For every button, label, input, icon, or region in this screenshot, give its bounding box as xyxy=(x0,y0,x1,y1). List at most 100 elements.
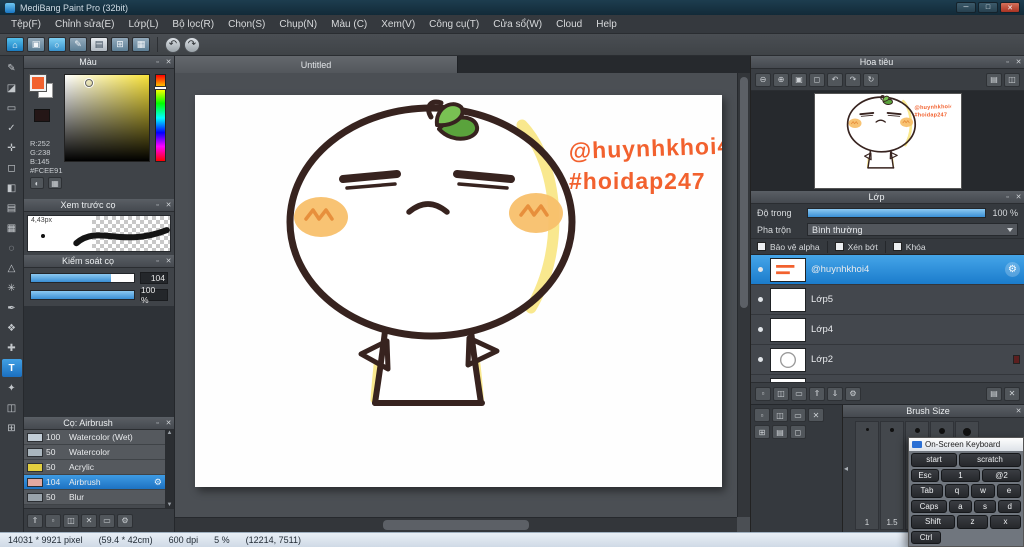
layout-grid-icon[interactable]: ⊞ xyxy=(111,37,129,52)
key-e[interactable]: e xyxy=(997,484,1021,498)
key-2[interactable]: @2 xyxy=(982,468,1021,482)
brush-item[interactable]: 100 Watercolor (Wet) xyxy=(24,430,165,445)
brush-tool-icon[interactable]: ✎ xyxy=(2,59,22,77)
hue-slider[interactable] xyxy=(155,74,166,162)
saturation-value-picker[interactable] xyxy=(64,74,150,162)
key-ctrl[interactable]: Ctrl xyxy=(911,530,941,544)
lasso-tool-icon[interactable]: ◌ xyxy=(2,239,22,257)
sv-cursor[interactable] xyxy=(85,79,94,88)
marquee-tool-icon[interactable]: ▭ xyxy=(2,99,22,117)
osk-titlebar[interactable]: On-Screen Keyboard xyxy=(909,438,1023,451)
secondary-swatch[interactable] xyxy=(34,109,50,122)
minimize-button[interactable]: ─ xyxy=(956,2,976,13)
key-s[interactable]: s xyxy=(973,499,997,513)
brush-opacity-slider[interactable] xyxy=(30,290,135,300)
key-start[interactable]: start xyxy=(911,453,957,467)
brush-up-icon[interactable]: ⇑ xyxy=(27,513,43,528)
lock-checkbox[interactable] xyxy=(892,242,902,251)
move-tool-icon[interactable]: ✛ xyxy=(2,139,22,157)
scroll-up-icon[interactable]: ▲ xyxy=(167,430,173,436)
layer-row[interactable]: Lớp4 xyxy=(751,315,1024,345)
vertical-scroll-thumb[interactable] xyxy=(740,77,748,308)
merge-layer-icon[interactable]: ▤ xyxy=(986,386,1002,401)
key-tab[interactable]: Tab xyxy=(911,484,943,498)
key-a[interactable]: a xyxy=(949,499,972,513)
layer-visibility-toggle[interactable] xyxy=(755,267,765,272)
save-icon[interactable]: ▣ xyxy=(27,37,45,52)
key-q[interactable]: q xyxy=(945,484,969,498)
key-caps[interactable]: Caps xyxy=(911,499,947,513)
protect-alpha-checkbox[interactable] xyxy=(757,242,766,251)
layer-folder-icon[interactable]: ▭ xyxy=(791,386,807,401)
layer-visibility-toggle[interactable] xyxy=(755,327,765,332)
layer-row[interactable]: Lớp2 xyxy=(751,345,1024,375)
menu-edit[interactable]: Chỉnh sửa(E) xyxy=(48,15,122,34)
transform-tool-icon[interactable]: ◻ xyxy=(2,159,22,177)
key-z[interactable]: z xyxy=(957,515,988,529)
gradient-tool-icon[interactable]: ▤ xyxy=(2,199,22,217)
duplicate-doc-icon[interactable]: ◫ xyxy=(772,408,788,422)
brush-size-slider[interactable] xyxy=(30,273,135,283)
layer-row-selected[interactable]: @huynhkhoi4 ⚙ xyxy=(751,255,1024,285)
select-tool-icon[interactable]: ▦ xyxy=(2,219,22,237)
menu-help[interactable]: Help xyxy=(589,15,624,34)
grid-icon[interactable]: ⊞ xyxy=(754,425,770,439)
close-icon[interactable]: ✕ xyxy=(163,257,174,265)
reset-rotation-icon[interactable]: ↻ xyxy=(863,72,879,87)
new-doc-icon[interactable]: ▫ xyxy=(754,408,770,422)
foreground-color-swatch[interactable] xyxy=(30,75,46,91)
key-d[interactable]: d xyxy=(998,499,1022,513)
menu-cloud[interactable]: Cloud xyxy=(549,15,589,34)
new-brush-icon[interactable]: ▫ xyxy=(45,513,61,528)
close-icon[interactable]: ✕ xyxy=(1013,407,1024,415)
close-button[interactable]: ✕ xyxy=(1000,2,1020,13)
delete-brush-icon[interactable]: ✕ xyxy=(81,513,97,528)
menu-filter[interactable]: Bộ lọc(R) xyxy=(165,15,221,34)
key-x[interactable]: x xyxy=(990,515,1021,529)
hue-cursor[interactable] xyxy=(155,87,166,89)
layer-row[interactable]: Lớp5 xyxy=(751,285,1024,315)
layer-visibility-toggle[interactable] xyxy=(755,357,765,362)
brush-size-value[interactable]: 104 xyxy=(140,272,168,284)
detach-icon[interactable]: ▫ xyxy=(1002,59,1013,66)
polygon-tool-icon[interactable]: △ xyxy=(2,259,22,277)
layer-settings-icon[interactable]: ⚙ xyxy=(845,386,861,401)
detach-icon[interactable]: ▫ xyxy=(152,59,163,66)
pen-tool-icon[interactable]: ✒ xyxy=(2,299,22,317)
maximize-button[interactable]: □ xyxy=(978,2,998,13)
brush-item-selected[interactable]: 104 Airbrush ⚙ xyxy=(24,475,165,490)
layer-visibility-toggle[interactable] xyxy=(755,297,765,302)
canvas-horizontal-scrollbar[interactable] xyxy=(175,517,737,532)
zoom-out-icon[interactable]: ⊖ xyxy=(755,72,771,87)
menu-window[interactable]: Cửa sổ(W) xyxy=(486,15,549,34)
duplicate-layer-icon[interactable]: ◫ xyxy=(773,386,789,401)
menu-snap[interactable]: Chụp(N) xyxy=(272,15,324,34)
close-icon[interactable]: ✕ xyxy=(1013,58,1024,66)
brush-opacity-value[interactable]: 100 % xyxy=(140,285,168,305)
brush-settings-gear-icon[interactable]: ⚙ xyxy=(154,477,162,488)
flip-view-icon[interactable]: ▤ xyxy=(986,72,1002,87)
canvas-viewport[interactable] xyxy=(175,73,737,517)
canvas-tab[interactable]: Untitled xyxy=(175,56,458,73)
eyedropper-tool-icon[interactable]: ✦ xyxy=(2,379,22,397)
list-icon[interactable]: ▤ xyxy=(772,425,788,439)
rotate-cw-icon[interactable]: ↷ xyxy=(845,72,861,87)
close-icon[interactable]: ✕ xyxy=(163,201,174,209)
brush-size-option[interactable]: 1 xyxy=(855,421,879,530)
edit-icon[interactable]: ✎ xyxy=(69,37,87,52)
home-icon[interactable]: ⌂ xyxy=(6,37,24,52)
brush-folder-icon[interactable]: ▭ xyxy=(99,513,115,528)
key-shift[interactable]: Shift xyxy=(911,515,955,529)
grid-tool-icon[interactable]: ⊞ xyxy=(2,419,22,437)
navigator-thumbnail[interactable] xyxy=(815,94,961,188)
brush-size-option[interactable]: 1.5 xyxy=(880,421,904,530)
text-tool-icon[interactable]: T xyxy=(1,359,22,377)
menu-layer[interactable]: Lớp(L) xyxy=(122,15,166,34)
brush-list-scrollbar[interactable]: ▲ ▼ xyxy=(165,430,174,508)
menu-select[interactable]: Chọn(S) xyxy=(221,15,272,34)
key-esc[interactable]: Esc xyxy=(911,468,939,482)
color-wheel-icon[interactable]: ◐ xyxy=(30,177,44,189)
clipping-checkbox[interactable] xyxy=(834,242,844,251)
brush-item[interactable]: 50 Acrylic xyxy=(24,460,165,475)
fill-tool-icon[interactable]: ◧ xyxy=(2,179,22,197)
